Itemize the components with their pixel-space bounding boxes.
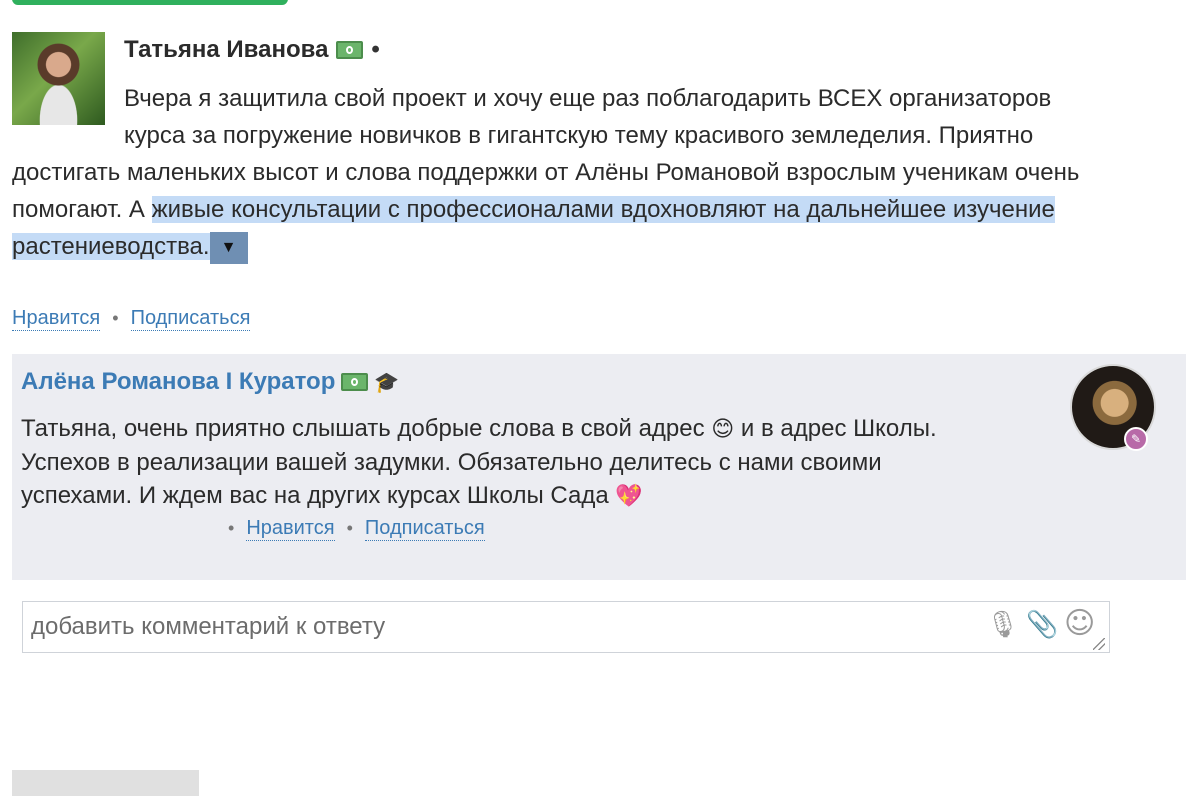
bottom-button[interactable]: [12, 770, 199, 796]
selected-text: живые консультации с профессионалами вдо…: [151, 196, 1055, 223]
comment-header: Татьяна Иванова •: [124, 36, 380, 64]
top-green-button[interactable]: [12, 0, 288, 5]
subscribe-link[interactable]: Подписаться: [130, 306, 251, 331]
separator-dot: •: [228, 518, 235, 538]
comment-line: курса за погружение новичков в гигантску…: [124, 122, 1034, 149]
like-link[interactable]: Нравится: [12, 306, 101, 331]
money-badge-icon: [336, 41, 364, 59]
reply-header: Алёна Романова I Куратор 🎓: [21, 368, 399, 396]
comment-line: помогают. А: [12, 196, 152, 223]
reply-line: Успехов в реализации вашей задумки. Обяз…: [21, 449, 882, 476]
reply-body: Татьяна, очень приятно слышать добрые сл…: [21, 412, 1051, 513]
author-name[interactable]: Татьяна Иванова: [124, 36, 328, 64]
selected-text: растениеводства.: [12, 233, 210, 260]
reply-comment-input[interactable]: [22, 601, 1110, 653]
comment-line: достигать маленьких высот и слова поддер…: [12, 159, 1080, 186]
microphone-icon[interactable]: 🎙: [986, 610, 1019, 640]
emoji-picker-icon[interactable]: ☺: [1064, 606, 1095, 641]
reply-line: успехами. И ждем вас на других курсах Шк…: [21, 482, 616, 509]
graduation-cap-icon: 🎓: [374, 371, 400, 394]
page: Татьяна Иванова • Вчера я защитила свой …: [0, 0, 1200, 796]
reply-subscribe-link[interactable]: Подписаться: [364, 516, 485, 541]
curator-badge-icon: ✎: [1124, 427, 1148, 451]
reply-author-name[interactable]: Алёна Романова I Куратор: [21, 368, 335, 396]
separator-dot: •: [112, 308, 119, 328]
heart-emoji-icon: 💖: [615, 484, 643, 509]
reply-card: Алёна Романова I Куратор 🎓 Татьяна, очен…: [12, 354, 1186, 580]
reply-actions: • Нравится • Подписаться: [228, 516, 485, 541]
resize-handle[interactable]: [1093, 638, 1105, 650]
comment-body: Вчера я защитила свой проект и хочу еще …: [12, 80, 1182, 265]
separator-dot: •: [346, 518, 353, 538]
comment-actions: Нравится • Подписаться: [12, 306, 251, 331]
reply-line: Татьяна, очень приятно слышать добрые сл…: [21, 415, 712, 442]
comment-line: Вчера я защитила свой проект и хочу еще …: [124, 85, 1052, 112]
reply-line: и в адрес Школы.: [734, 415, 937, 442]
smile-emoji-icon: 😊: [711, 417, 735, 442]
header-bullet: •: [371, 36, 380, 63]
paperclip-icon[interactable]: 📎: [1026, 610, 1058, 640]
chevron-down-icon[interactable]: ▼: [209, 231, 248, 264]
money-badge-icon: [341, 373, 369, 391]
reply-like-link[interactable]: Нравится: [246, 516, 335, 541]
